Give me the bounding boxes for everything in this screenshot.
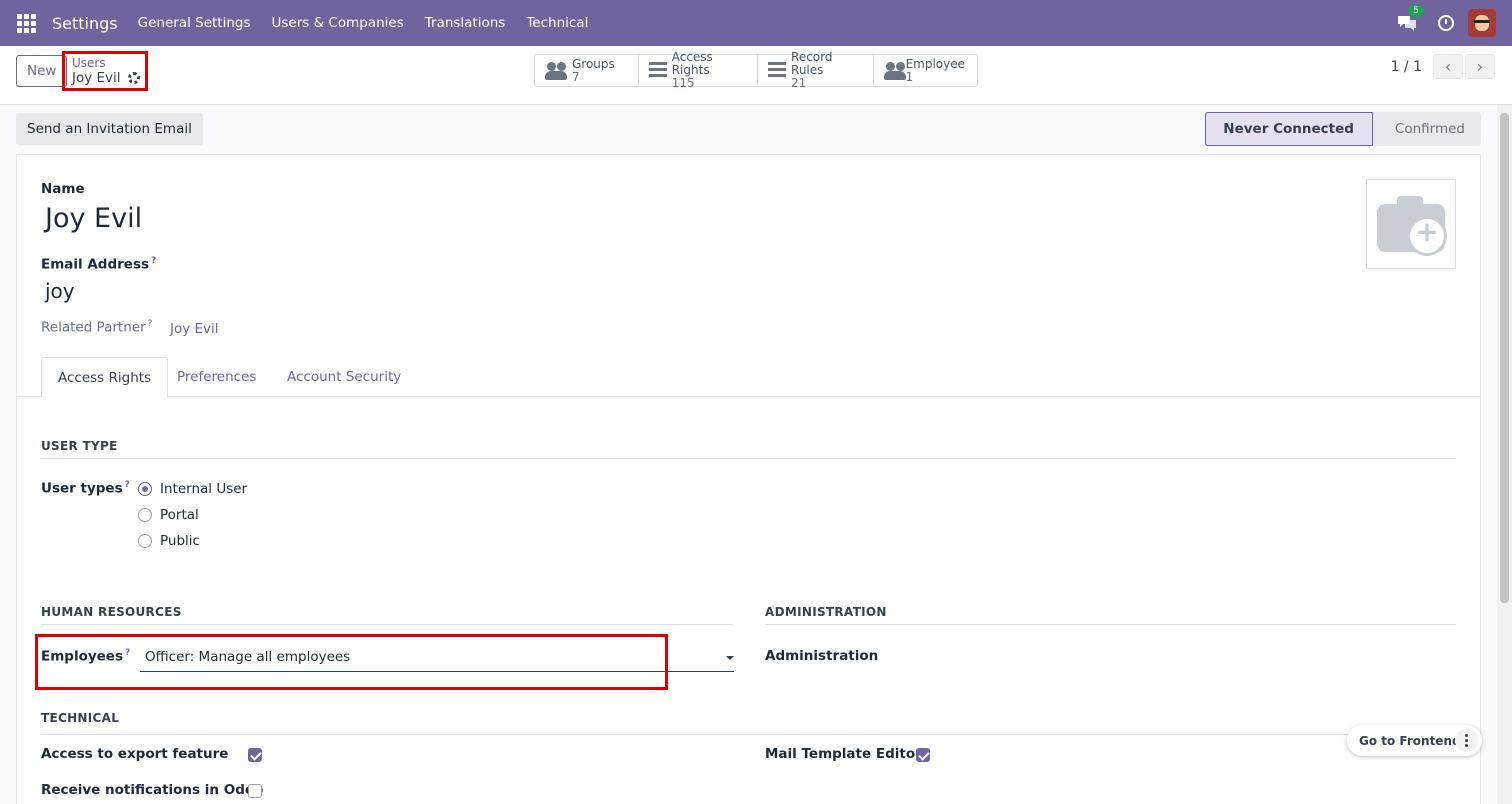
users-icon	[545, 61, 567, 80]
radio-public-label: Public	[160, 533, 200, 549]
employee-label: Employee	[905, 56, 965, 71]
menu-translations[interactable]: Translations	[425, 15, 506, 31]
messages-badge: 5	[1408, 5, 1424, 17]
user-type-section-title: USER TYPE	[41, 439, 1456, 459]
related-partner-link[interactable]: Joy Evil	[170, 321, 219, 337]
employee-button[interactable]: Employee 1	[874, 55, 977, 86]
list-icon	[768, 61, 787, 80]
name-label-text: Name	[41, 181, 85, 197]
smart-buttons: Groups 7 Access Rights 115 Record Rules 21 …	[534, 51, 978, 90]
groups-count: 7	[572, 69, 580, 84]
radio-public[interactable]: Public	[138, 533, 200, 549]
chevron-right-icon: ›	[1476, 57, 1484, 76]
radio-portal-label: Portal	[160, 507, 199, 523]
human-resources-section-title: HUMAN RESOURCES	[41, 605, 733, 625]
access-rights-count: 115	[671, 76, 695, 90]
notifications-odoo-checkbox[interactable]	[248, 784, 262, 798]
pager-next-button[interactable]: ›	[1465, 54, 1495, 79]
employee-count: 1	[905, 69, 914, 84]
employees-label-text: Employees	[41, 648, 124, 665]
export-feature-checkbox[interactable]	[248, 748, 262, 762]
record-rules-button[interactable]: Record Rules 21	[758, 51, 874, 90]
name-label: Name	[41, 181, 85, 197]
menu-technical[interactable]: Technical	[526, 15, 588, 31]
more-options-icon[interactable]	[1455, 729, 1478, 752]
breadcrumb: Users Joy Evil	[62, 51, 148, 91]
go-to-frontend-widget: Go to Frontend	[1347, 725, 1482, 756]
radio-internal-user[interactable]: Internal User	[138, 481, 247, 497]
mail-template-editor-checkbox[interactable]	[916, 748, 930, 762]
form-sheet: Name Joy Evil Email Address? joy Related…	[16, 154, 1481, 804]
user-avatar[interactable]	[1468, 9, 1496, 37]
record-rules-label: Record Rules	[791, 50, 833, 77]
send-invitation-button[interactable]: Send an Invitation Email	[16, 113, 203, 145]
caret-down-icon[interactable]	[726, 656, 734, 660]
help-icon[interactable]: ?	[148, 319, 153, 329]
email-field[interactable]: joy	[45, 279, 75, 303]
breadcrumb-users-link[interactable]: Users	[72, 56, 145, 70]
employees-label: Employees?	[41, 648, 130, 665]
administration-label: Administration	[765, 648, 879, 664]
user-types-label: User types?	[41, 480, 130, 497]
apps-menu-icon[interactable]	[0, 0, 52, 46]
activity-clock-icon[interactable]	[1438, 15, 1454, 31]
radio-unchecked-icon[interactable]	[138, 508, 152, 522]
related-partner-label: Related Partner?	[41, 319, 152, 336]
breadcrumb-current: Joy Evil	[72, 70, 121, 86]
menu-users-companies[interactable]: Users & Companies	[272, 15, 404, 31]
pager-previous-button[interactable]: ‹	[1433, 54, 1463, 79]
gear-icon[interactable]	[127, 72, 140, 84]
employees-select[interactable]: Officer: Manage all employees	[140, 645, 734, 672]
status-bar: Never Connected Confirmed	[1205, 112, 1481, 146]
new-button[interactable]: New	[16, 55, 68, 87]
tab-access-rights[interactable]: Access Rights	[41, 357, 169, 398]
mail-template-editor-label: Mail Template Editor	[765, 746, 922, 762]
record-rules-count: 21	[791, 76, 807, 90]
scrollbar[interactable]	[1497, 105, 1512, 804]
email-label: Email Address?	[41, 256, 156, 273]
tab-account-security[interactable]: Account Security	[271, 357, 417, 397]
top-navbar: Settings General Settings Users & Compan…	[0, 0, 1512, 46]
help-icon[interactable]: ?	[125, 480, 130, 490]
groups-label: Groups	[572, 56, 615, 71]
user-types-label-text: User types	[41, 480, 123, 497]
access-rights-button[interactable]: Access Rights 115	[639, 51, 758, 90]
help-icon[interactable]: ?	[125, 648, 130, 658]
messages-icon[interactable]: 5	[1396, 5, 1424, 33]
export-feature-label: Access to export feature	[41, 746, 229, 762]
app-title[interactable]: Settings	[52, 14, 118, 33]
users-icon	[884, 61, 906, 80]
groups-button[interactable]: Groups 7	[535, 55, 639, 86]
camera-plus-icon	[1377, 196, 1447, 256]
chevron-left-icon: ‹	[1444, 57, 1452, 76]
name-field[interactable]: Joy Evil	[45, 203, 142, 234]
tab-preferences[interactable]: Preferences	[161, 357, 272, 397]
photo-upload[interactable]	[1366, 179, 1456, 269]
related-partner-label-text: Related Partner	[41, 319, 146, 336]
employees-select-value: Officer: Manage all employees	[145, 649, 351, 665]
help-icon[interactable]: ?	[151, 256, 156, 266]
administration-section-title: ADMINISTRATION	[765, 605, 1456, 625]
radio-internal-user-label: Internal User	[160, 481, 248, 497]
list-icon	[649, 61, 667, 80]
radio-unchecked-icon[interactable]	[138, 534, 152, 548]
status-confirmed[interactable]: Confirmed	[1372, 112, 1481, 146]
menu-general-settings[interactable]: General Settings	[138, 15, 251, 31]
technical-section-title: TECHNICAL	[41, 711, 1480, 735]
pager-value[interactable]: 1 / 1	[1391, 58, 1422, 76]
status-never-connected[interactable]: Never Connected	[1205, 112, 1373, 146]
radio-checked-icon[interactable]	[138, 482, 152, 496]
control-panel: New Users Joy Evil Groups 7 Access Rights…	[0, 46, 1512, 105]
go-to-frontend-button[interactable]: Go to Frontend	[1359, 734, 1461, 748]
notebook-tabs: Access Rights Preferences Account Securi…	[17, 357, 1480, 398]
radio-portal[interactable]: Portal	[138, 507, 199, 523]
scrollbar-thumb[interactable]	[1500, 113, 1509, 603]
email-label-text: Email Address	[41, 256, 150, 273]
notifications-odoo-label: Receive notifications in Odoo	[41, 782, 264, 798]
access-rights-label: Access Rights	[671, 50, 713, 77]
